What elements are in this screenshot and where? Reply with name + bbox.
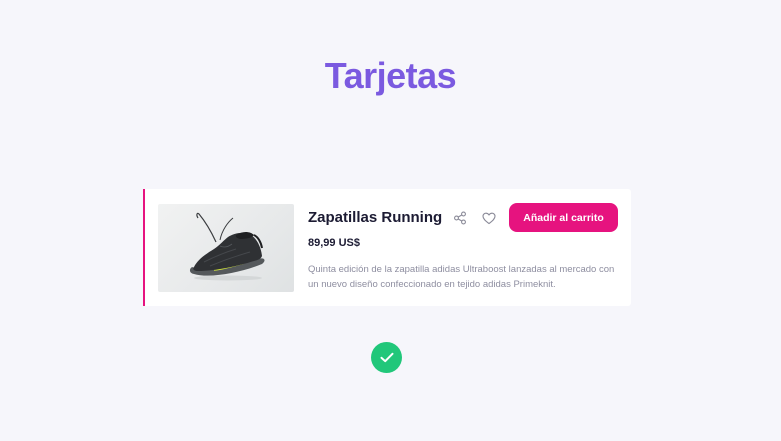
like-button[interactable]: [480, 209, 498, 227]
check-icon: [380, 352, 393, 363]
product-title: Zapatillas Running: [308, 209, 443, 226]
product-description: Quinta edición de la zapatilla adidas Ul…: [308, 264, 615, 290]
product-price: 89,99 US$: [308, 237, 360, 249]
sneaker-illustration: [189, 212, 265, 281]
product-image: [158, 204, 294, 292]
heart-icon: [482, 212, 496, 224]
page-title: Tarjetas: [324, 55, 457, 96]
product-card: Zapatillas Running 89,99 US$ Quinta edic…: [143, 189, 631, 306]
success-badge: [371, 342, 402, 373]
share-icon: [454, 211, 466, 225]
add-to-cart-button[interactable]: Añadir al carrito: [509, 203, 618, 232]
share-button[interactable]: [451, 209, 469, 227]
